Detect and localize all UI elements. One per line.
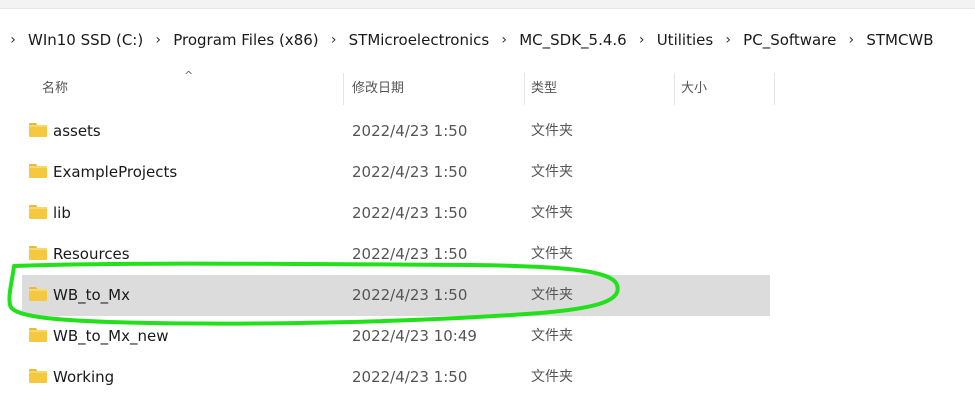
- folder-icon: [29, 164, 47, 178]
- column-divider[interactable]: [343, 73, 344, 105]
- file-name: assets: [53, 122, 101, 140]
- list-item-selected[interactable]: WB_to_Mx 2022/4/23 1:50 文件夹: [22, 275, 770, 316]
- file-type: 文件夹: [531, 328, 573, 344]
- file-type: 文件夹: [531, 369, 573, 385]
- chevron-right-icon[interactable]: ›: [321, 32, 347, 48]
- folder-icon: [29, 246, 47, 260]
- folder-icon: [29, 369, 47, 383]
- file-name: Resources: [53, 245, 130, 263]
- chevron-right-icon[interactable]: ›: [145, 32, 171, 48]
- column-header-date[interactable]: 修改日期: [352, 73, 404, 105]
- folder-icon: [29, 287, 47, 301]
- list-item[interactable]: Working 2022/4/23 1:50 文件夹: [22, 357, 770, 398]
- file-date: 2022/4/23 10:49: [352, 327, 477, 345]
- column-divider[interactable]: [524, 73, 525, 105]
- list-item[interactable]: Resources 2022/4/23 1:50 文件夹: [22, 234, 770, 275]
- file-date: 2022/4/23 1:50: [352, 286, 468, 304]
- file-name: WB_to_Mx: [53, 286, 130, 304]
- list-item[interactable]: assets 2022/4/23 1:50 文件夹: [22, 111, 770, 152]
- list-item[interactable]: ExampleProjects 2022/4/23 1:50 文件夹: [22, 152, 770, 193]
- breadcrumb-segment-pc-software[interactable]: PC_Software: [741, 31, 838, 49]
- file-type: 文件夹: [531, 205, 573, 221]
- file-type: 文件夹: [531, 123, 573, 139]
- toolbar-strip: [0, 0, 975, 9]
- column-header-row: ^ 名称 修改日期 类型 大小: [22, 69, 782, 105]
- file-type: 文件夹: [531, 246, 573, 262]
- chevron-right-icon[interactable]: ›: [0, 32, 26, 48]
- chevron-right-icon[interactable]: ›: [838, 32, 864, 48]
- column-header-size[interactable]: 大小: [681, 73, 707, 105]
- file-name: ExampleProjects: [53, 163, 178, 181]
- breadcrumb-segment-mc-sdk[interactable]: MC_SDK_5.4.6: [517, 31, 629, 49]
- breadcrumb-segment-drive[interactable]: WIn10 SSD (C:): [26, 31, 145, 49]
- breadcrumb-segment-utilities[interactable]: Utilities: [655, 31, 715, 49]
- chevron-right-icon[interactable]: ›: [629, 32, 655, 48]
- breadcrumb-segment-stmcwb[interactable]: STMCWB: [864, 31, 935, 49]
- file-date: 2022/4/23 1:50: [352, 245, 468, 263]
- file-list: assets 2022/4/23 1:50 文件夹 ExampleProject…: [22, 111, 782, 398]
- breadcrumb: › WIn10 SSD (C:) › Program Files (x86) ›…: [0, 22, 975, 58]
- folder-icon: [29, 328, 47, 342]
- chevron-right-icon[interactable]: ›: [715, 32, 741, 48]
- folder-icon: [29, 123, 47, 137]
- breadcrumb-segment-program-files[interactable]: Program Files (x86): [171, 31, 320, 49]
- file-date: 2022/4/23 1:50: [352, 122, 468, 140]
- file-name: lib: [53, 204, 71, 222]
- folder-icon: [29, 205, 47, 219]
- column-divider[interactable]: [674, 73, 675, 105]
- file-name: Working: [53, 368, 115, 386]
- sort-ascending-icon: ^: [184, 69, 194, 82]
- file-type: 文件夹: [531, 287, 573, 303]
- file-type: 文件夹: [531, 164, 573, 180]
- file-date: 2022/4/23 1:50: [352, 368, 468, 386]
- file-name: WB_to_Mx_new: [53, 327, 169, 345]
- list-item[interactable]: lib 2022/4/23 1:50 文件夹: [22, 193, 770, 234]
- file-explorer-window: › WIn10 SSD (C:) › Program Files (x86) ›…: [0, 0, 975, 406]
- file-date: 2022/4/23 1:50: [352, 163, 468, 181]
- file-date: 2022/4/23 1:50: [352, 204, 468, 222]
- column-header-name[interactable]: 名称: [42, 73, 68, 105]
- list-item[interactable]: WB_to_Mx_new 2022/4/23 10:49 文件夹: [22, 316, 770, 357]
- column-divider[interactable]: [774, 73, 775, 105]
- column-header-type[interactable]: 类型: [531, 73, 557, 105]
- breadcrumb-segment-stmicro[interactable]: STMicroelectronics: [347, 31, 492, 49]
- chevron-right-icon[interactable]: ›: [491, 32, 517, 48]
